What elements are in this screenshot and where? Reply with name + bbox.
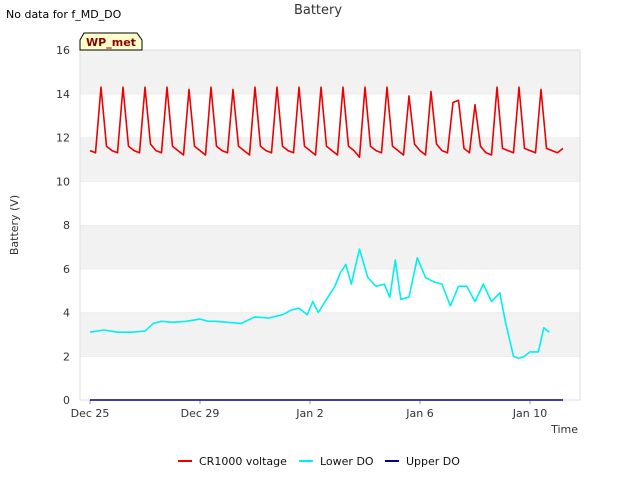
y-tick-label: 8 bbox=[63, 219, 70, 232]
grid-band bbox=[80, 225, 580, 269]
y-tick-label: 4 bbox=[63, 307, 70, 320]
x-axis-ticks: Dec 25 Dec 29 Jan 2 Jan 6 Jan 10 bbox=[71, 400, 547, 420]
grid-band bbox=[80, 50, 580, 94]
chart-title: Battery bbox=[294, 3, 342, 18]
y-axis-ticks: 0 2 4 6 8 10 12 14 16 bbox=[56, 44, 70, 407]
grid-band bbox=[80, 181, 580, 225]
y-tick-label: 16 bbox=[56, 44, 70, 57]
grid-bands bbox=[80, 49, 580, 400]
legend-label: Lower DO bbox=[320, 455, 374, 468]
legend-label: CR1000 voltage bbox=[199, 455, 287, 468]
y-tick-label: 14 bbox=[56, 88, 70, 101]
y-tick-label: 6 bbox=[63, 263, 70, 276]
grid-band bbox=[80, 137, 580, 182]
grid-band bbox=[80, 93, 580, 138]
legend: CR1000 voltage Lower DO Upper DO bbox=[178, 455, 460, 468]
y-axis-title: Battery (V) bbox=[8, 195, 21, 255]
x-tick-label: Jan 2 bbox=[295, 407, 323, 420]
x-tick-label: Dec 25 bbox=[71, 407, 110, 420]
x-tick-label: Jan 10 bbox=[512, 407, 547, 420]
legend-label: Upper DO bbox=[406, 455, 460, 468]
grid-band bbox=[80, 268, 580, 313]
x-axis-title: Time bbox=[550, 423, 578, 436]
y-tick-label: 10 bbox=[56, 175, 70, 188]
y-tick-label: 0 bbox=[63, 394, 70, 407]
site-badge: WP_met bbox=[79, 32, 143, 51]
battery-chart: Battery 0 2 4 6 8 10 12 14 16 Dec 25 Dec 29 Jan 2 J… bbox=[8, 3, 581, 468]
y-tick-label: 2 bbox=[63, 350, 70, 363]
site-badge-label: WP_met bbox=[86, 36, 136, 49]
x-tick-label: Jan 6 bbox=[405, 407, 433, 420]
grid-band bbox=[80, 356, 580, 400]
y-tick-label: 12 bbox=[56, 132, 70, 145]
x-tick-label: Dec 29 bbox=[181, 407, 220, 420]
